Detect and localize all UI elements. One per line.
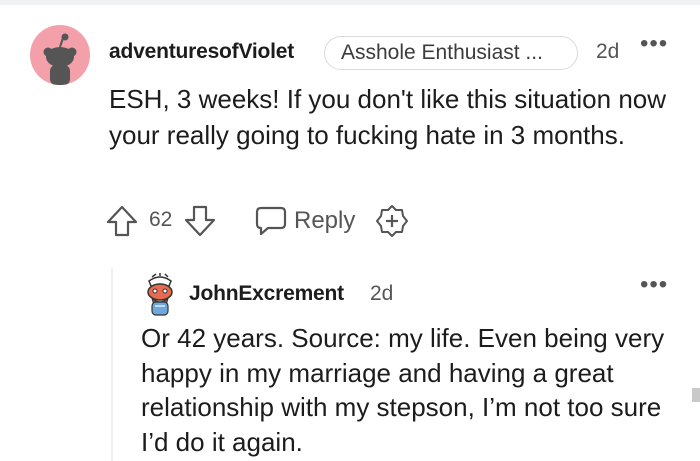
- comment-timestamp[interactable]: 2d: [596, 40, 619, 64]
- thread-line[interactable]: [111, 268, 113, 461]
- reply-button[interactable]: Reply: [254, 201, 359, 241]
- scrollbar-thumb[interactable]: [692, 388, 700, 402]
- downvote-arrow-icon[interactable]: [182, 203, 218, 239]
- more-options-icon[interactable]: •••: [640, 271, 668, 299]
- avatar[interactable]: [30, 25, 90, 85]
- comment-body: Or 42 years. Source: my life. Even being…: [141, 323, 665, 457]
- comment-author[interactable]: adventuresofViolet: [109, 40, 294, 64]
- speech-bubble-icon: [255, 206, 287, 236]
- snoo-avatar-icon: [141, 272, 179, 316]
- vote-score: 62: [149, 208, 173, 231]
- award-plus-icon[interactable]: [375, 204, 409, 238]
- snoo-avatar-icon: [30, 25, 90, 85]
- upvote-arrow-icon[interactable]: [104, 203, 140, 239]
- avatar[interactable]: [141, 272, 179, 316]
- top-divider: [0, 0, 700, 5]
- user-flair[interactable]: Asshole Enthusiast ...: [324, 36, 578, 70]
- reply-label: Reply: [294, 207, 356, 234]
- comment-timestamp[interactable]: 2d: [370, 282, 393, 306]
- comment-body: ESH, 3 weeks! If you don't like this sit…: [109, 84, 667, 150]
- more-options-icon[interactable]: •••: [640, 30, 668, 58]
- comment-author[interactable]: JohnExcrement: [189, 282, 344, 306]
